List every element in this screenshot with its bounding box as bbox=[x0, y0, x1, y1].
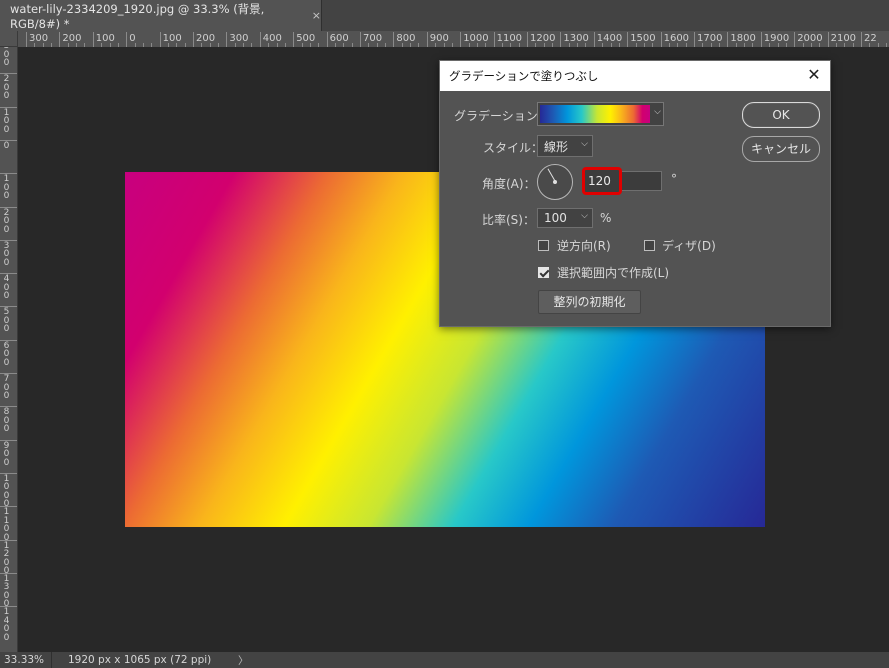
angle-dial[interactable] bbox=[537, 164, 573, 200]
ruler-corner[interactable] bbox=[0, 31, 18, 47]
ruler-left-label: 500 bbox=[3, 307, 10, 335]
ruler-top-label: 22 bbox=[864, 33, 877, 44]
dialog-title-bar: グラデーションで塗りつぶし bbox=[440, 61, 830, 91]
ruler-left-label: 600 bbox=[3, 340, 10, 368]
ruler-left-label: 900 bbox=[3, 440, 10, 468]
ruler-left-label: 1400 bbox=[3, 607, 10, 643]
ruler-major-tick bbox=[760, 32, 762, 47]
document-tab-bar: water-lily-2334209_1920.jpg @ 33.3% (背景,… bbox=[0, 0, 889, 31]
document-tab[interactable]: water-lily-2334209_1920.jpg @ 33.3% (背景,… bbox=[0, 0, 322, 31]
ruler-left-label: 1200 bbox=[3, 540, 10, 576]
ruler-major-tick bbox=[159, 32, 161, 47]
selection-checkbox[interactable] bbox=[538, 267, 549, 278]
ruler-top-label: 300 bbox=[29, 33, 49, 44]
selection-label[interactable]: 選択範囲内で作成(L) bbox=[557, 264, 669, 281]
reverse-checkbox[interactable] bbox=[538, 240, 549, 251]
dither-checkbox[interactable] bbox=[644, 240, 655, 251]
ruler-left-label: 1300 bbox=[3, 573, 10, 610]
ruler-major-tick bbox=[226, 32, 228, 47]
dialog-close-icon[interactable]: ✕ bbox=[806, 67, 822, 83]
scale-value: 100 bbox=[544, 211, 567, 225]
vertical-ruler[interactable]: 3002001000100200300400500600700800900100… bbox=[0, 47, 18, 652]
ruler-top-label: 900 bbox=[429, 33, 449, 44]
ruler-left-label: 300 bbox=[3, 240, 10, 268]
reverse-label[interactable]: 逆方向(R) bbox=[557, 237, 611, 254]
ruler-top-label: 700 bbox=[363, 33, 383, 44]
gradient-swatch[interactable] bbox=[540, 105, 650, 123]
ruler-top-label: 500 bbox=[296, 33, 316, 44]
ruler-top-label: 600 bbox=[329, 33, 349, 44]
gradient-fill-dialog: グラデーションで塗りつぶし ✕ グラデーション： ⌵ スタイル： 線形 ⌵ 角度… bbox=[439, 60, 831, 327]
ruler-top-label: 800 bbox=[396, 33, 416, 44]
ruler-major-tick bbox=[193, 32, 194, 47]
chevron-down-icon: ⌵ bbox=[581, 139, 588, 149]
ruler-left-label: 100 bbox=[3, 107, 10, 135]
ruler-left-label: 300 bbox=[3, 47, 10, 68]
ruler-major-tick bbox=[560, 32, 562, 47]
ruler-top-label: 200 bbox=[196, 33, 216, 44]
angle-dial-center bbox=[553, 180, 557, 184]
ruler-major-tick bbox=[827, 32, 829, 47]
ruler-major-tick bbox=[527, 32, 528, 47]
angle-value-highlight[interactable]: 120 bbox=[582, 167, 622, 195]
gradient-picker[interactable]: ⌵ bbox=[537, 102, 664, 126]
chevron-down-icon[interactable]: ⌵ bbox=[581, 211, 588, 221]
ruler-left-label: 400 bbox=[3, 274, 10, 302]
close-tab-icon[interactable]: × bbox=[312, 9, 321, 22]
ok-button[interactable]: OK bbox=[742, 102, 820, 128]
ruler-major-tick bbox=[794, 32, 796, 47]
status-bar: 33.33% 1920 px x 1065 px (72 ppi) 〉 bbox=[0, 652, 889, 668]
horizontal-ruler[interactable]: 300 200 100 0 100 200 300 400 500 600 700 800 900 100… bbox=[18, 31, 889, 48]
ruler-major-tick bbox=[460, 32, 462, 47]
ruler-major-tick bbox=[694, 32, 695, 47]
ruler-left-label: 1000 bbox=[3, 473, 10, 510]
ruler-major-tick bbox=[360, 32, 361, 47]
ruler-major-tick bbox=[326, 32, 328, 47]
angle-label: 角度(A)： bbox=[482, 177, 536, 191]
chevron-down-icon[interactable]: ⌵ bbox=[654, 107, 661, 117]
dither-label[interactable]: ディザ(D) bbox=[662, 237, 716, 254]
ruler-left-label: 200 bbox=[3, 74, 10, 102]
status-menu-arrow-icon[interactable]: 〉 bbox=[228, 653, 249, 668]
ruler-top-label: 100 bbox=[95, 33, 115, 44]
ruler-top-label: 100 bbox=[162, 33, 182, 44]
ruler-major-tick bbox=[92, 32, 94, 47]
ruler-major-tick bbox=[393, 32, 395, 47]
ruler-top-label: 300 bbox=[229, 33, 249, 44]
ruler-major-tick bbox=[259, 32, 261, 47]
document-info: 1920 px x 1065 px (72 ppi) bbox=[68, 654, 212, 666]
ruler-major-tick bbox=[660, 32, 662, 47]
gradient-label: グラデーション： bbox=[454, 109, 550, 123]
ruler-left-label: 0 bbox=[3, 140, 10, 151]
scale-input[interactable]: 100 ⌵ bbox=[537, 208, 593, 228]
ruler-major-tick bbox=[293, 32, 295, 47]
ruler-major-tick bbox=[627, 32, 629, 47]
degree-symbol: ° bbox=[671, 172, 677, 186]
zoom-level[interactable]: 33.33% bbox=[0, 652, 52, 668]
scale-unit: % bbox=[600, 211, 612, 225]
ruler-major-tick bbox=[727, 32, 729, 47]
ruler-major-tick bbox=[593, 32, 595, 47]
ruler-left-label: 100 bbox=[3, 174, 10, 202]
style-select-value: 線形 bbox=[544, 139, 569, 154]
ruler-major-tick bbox=[59, 32, 61, 47]
ruler-major-tick bbox=[26, 32, 27, 47]
scale-label: 比率(S)： bbox=[482, 213, 535, 227]
cancel-button[interactable]: キャンセル bbox=[742, 136, 820, 162]
ruler-major-tick bbox=[493, 32, 495, 47]
ruler-top-label: 400 bbox=[262, 33, 282, 44]
ruler-left-label: 700 bbox=[3, 374, 10, 401]
reset-align-button[interactable]: 整列の初期化 bbox=[538, 290, 641, 314]
ruler-left-label: 200 bbox=[3, 207, 10, 235]
ruler-left-label: 1100 bbox=[3, 507, 10, 543]
style-label: スタイル： bbox=[483, 141, 544, 155]
ruler-top-label: 200 bbox=[62, 33, 82, 44]
style-select[interactable]: 線形 ⌵ bbox=[537, 135, 593, 157]
document-tab-title: water-lily-2334209_1920.jpg @ 33.3% (背景,… bbox=[10, 1, 265, 31]
dialog-title: グラデーションで塗りつぶし bbox=[449, 69, 599, 83]
ruler-major-tick bbox=[126, 32, 128, 47]
ruler-major-tick bbox=[426, 32, 428, 47]
ruler-major-tick bbox=[861, 32, 862, 47]
ruler-left-label: 800 bbox=[3, 407, 10, 435]
